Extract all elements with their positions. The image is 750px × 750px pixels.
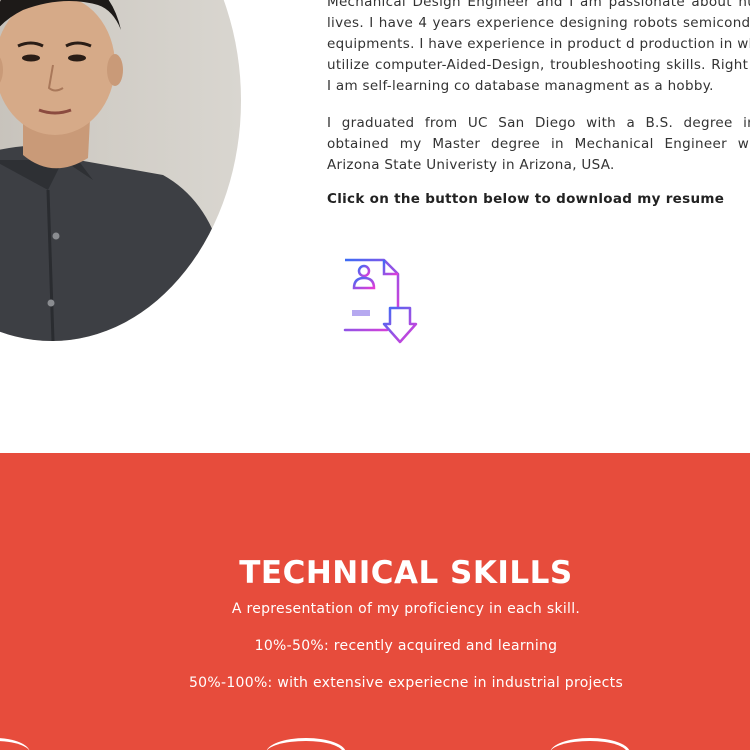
skills-legend-high: 50%-100%: with extensive experiecne in i… [188,675,624,691]
bio-line: Mechanical Design Engineer and I am pass… [327,0,732,10]
profile-photo [0,0,241,341]
bio-line: I graduated from UC San Diego with a B.S… [327,115,750,131]
skill-gauge-arc [266,738,346,750]
skills-legend-low: 10%-50%: recently acquired and learning [254,638,558,654]
skill-gauge-arc [0,738,30,750]
bio-line: obtained my Master degree in Mechanical … [327,136,750,152]
bio-line: database managment as a hobby. [474,78,714,94]
skills-subtitle: A representation of my proficiency in ea… [231,601,581,617]
bio-paragraph-1: Mechanical Design Engineer and I am pass… [327,0,750,97]
skill-gauge-arc [550,738,630,750]
resume-cta-text: Click on the button below to download my… [327,191,725,207]
bio-paragraph-2: I graduated from UC San Diego with a B.S… [327,113,750,176]
technical-skills-section: TECHNICAL SKILLS A representation of my … [0,453,750,750]
about-section: Mechanical Design Engineer and I am pass… [0,0,750,453]
resume-download-icon [343,258,418,344]
resume-download-button[interactable] [340,256,420,348]
about-text: Mechanical Design Engineer and I am pass… [327,0,750,207]
bio-line: Arizona State Univeristy in Arizona, USA… [327,157,615,173]
skills-title: TECHNICAL SKILLS [239,555,573,591]
